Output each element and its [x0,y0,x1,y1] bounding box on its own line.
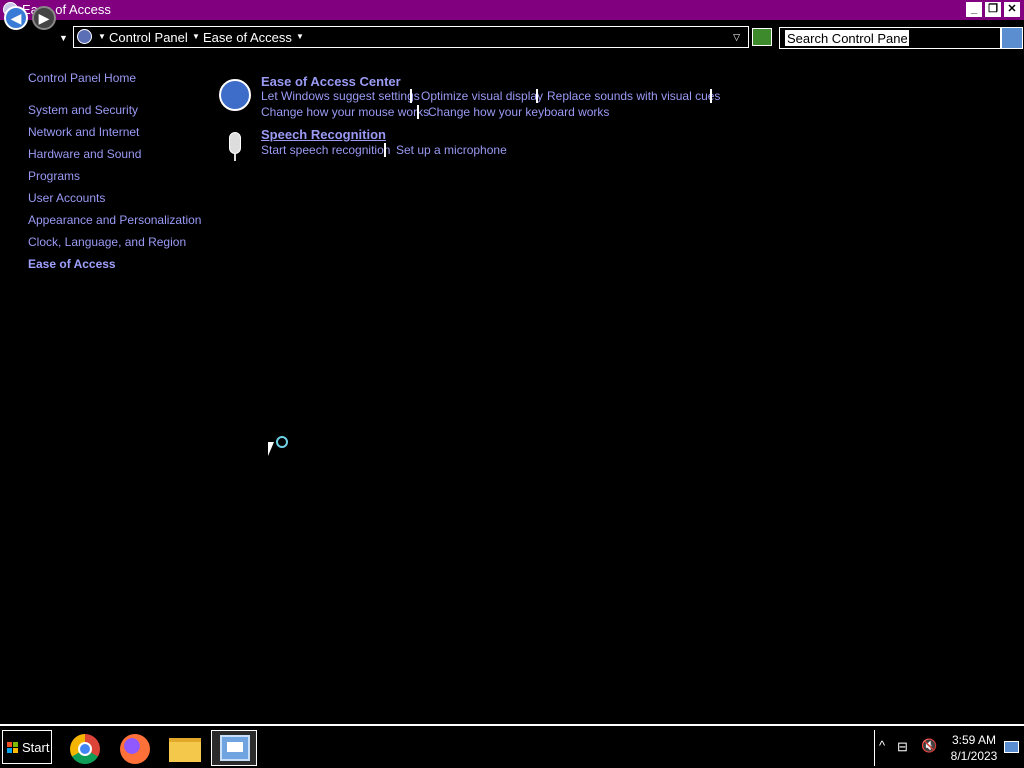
control-panel-home-link[interactable]: Control Panel Home [28,71,136,85]
minimize-button[interactable]: _ [966,2,982,17]
search-box[interactable] [779,27,1001,49]
network-icon[interactable]: ⊟ [897,739,908,755]
sidebar-item-system-and-security[interactable]: System and Security [28,103,138,117]
optimize-visual-display-link[interactable]: Optimize visual display [421,89,543,103]
refresh-button[interactable] [752,28,772,46]
control-panel-icon [77,29,92,44]
sidebar-item-programs[interactable]: Programs [28,169,80,183]
sidebar-item-hardware-and-sound[interactable]: Hardware and Sound [28,147,141,161]
forward-arrow-icon: ▶ [38,10,50,26]
file-explorer-icon [169,738,201,762]
chrome-icon [70,734,100,764]
show-desktop-button[interactable] [1004,741,1019,753]
recent-pages-dropdown[interactable]: ▼ [59,33,68,43]
separator [536,89,538,103]
sidebar-item-ease-of-access: Ease of Access [28,257,116,271]
start-speech-recognition-link[interactable]: Start speech recognition [261,143,390,157]
clock-time: 3:59 AM [951,733,997,747]
breadcrumb-ease-of-access[interactable]: Ease of Access [203,30,292,45]
address-bar[interactable]: ▼ Control Panel ▼ Ease of Access ▼ ▽ [73,26,749,48]
firefox-icon [120,734,150,764]
speech-recognition-link[interactable]: Speech Recognition [261,127,386,142]
sidebar-item-appearance[interactable]: Appearance and Personalization [28,213,201,227]
taskbar-file-explorer[interactable] [162,730,208,766]
microphone-stand [234,154,236,161]
ease-of-access-center-link[interactable]: Ease of Access Center [261,74,401,89]
chevron-down-icon[interactable]: ▼ [296,32,304,41]
search-button[interactable] [1001,27,1023,49]
clock-date: 8/1/2023 [950,749,998,763]
change-mouse-works-link[interactable]: Change how your mouse works [261,105,429,119]
address-dropdown-icon[interactable]: ▽ [733,32,740,43]
windows-logo-icon [7,742,19,754]
taskbar-chrome[interactable] [62,730,108,766]
back-arrow-icon: ◀ [10,10,22,26]
show-hidden-icons-button[interactable]: ^ [879,738,885,753]
breadcrumb-control-panel[interactable]: Control Panel [109,30,188,45]
system-clock[interactable]: 3:59 AM 8/1/2023 [946,732,1002,764]
sidebar-item-network-and-internet[interactable]: Network and Internet [28,125,139,139]
separator [384,143,386,157]
sidebar-item-clock-language-region[interactable]: Clock, Language, and Region [28,235,186,249]
taskbar-control-panel[interactable] [211,730,257,766]
separator [410,89,412,103]
start-button[interactable]: Start [2,730,52,764]
tray-divider [874,730,875,766]
close-button[interactable]: ✕ [1004,2,1020,17]
taskbar: Start ^ ⊟ 🔇 3:59 AM 8/1/2023 [0,724,1024,768]
ease-of-access-icon[interactable] [219,79,251,111]
microphone-icon[interactable] [229,132,241,154]
back-button[interactable]: ◀ [4,6,28,30]
start-label: Start [22,740,50,755]
chevron-down-icon[interactable]: ▼ [192,32,200,41]
search-input[interactable] [785,30,909,46]
sidebar-item-user-accounts[interactable]: User Accounts [28,191,105,205]
separator [710,89,712,103]
control-panel-icon [220,735,250,761]
chevron-down-icon[interactable]: ▼ [98,32,106,41]
replace-sounds-link[interactable]: Replace sounds with visual cues [547,89,720,103]
taskbar-firefox[interactable] [112,730,158,766]
mouse-pointer-icon [268,442,274,456]
forward-button[interactable]: ▶ [32,6,56,30]
let-windows-suggest-settings-link[interactable]: Let Windows suggest settings [261,89,420,103]
busy-cursor-icon [276,436,288,448]
set-up-microphone-link[interactable]: Set up a microphone [396,143,507,157]
restore-button[interactable]: ❐ [985,2,1001,17]
volume-muted-icon[interactable]: 🔇 [921,738,937,754]
title-bar: Ease of Access _ ❐ ✕ [0,0,1024,20]
change-keyboard-works-link[interactable]: Change how your keyboard works [428,105,609,119]
separator [417,105,419,119]
